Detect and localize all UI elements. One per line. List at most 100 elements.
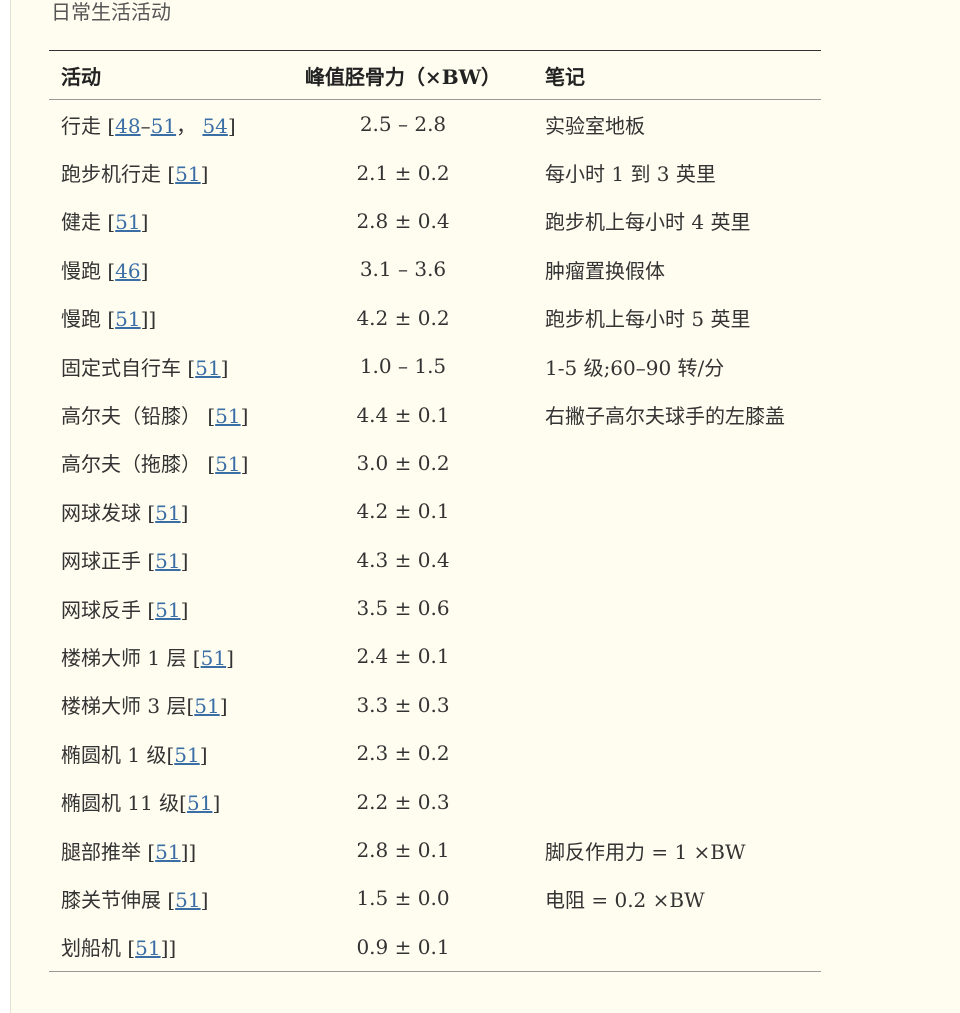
ref-suffix: ] <box>227 113 236 138</box>
note-cell <box>533 632 821 680</box>
reference-link[interactable]: 51 <box>155 598 180 622</box>
activity-name: 高尔夫（拖膝） <box>61 452 208 477</box>
table-row: 网球发球 [51] 4.2 ± 0.1 <box>49 487 821 535</box>
peak-force-cell: 3.3 ± 0.3 <box>356 692 450 717</box>
note-cell <box>533 584 821 632</box>
ref-suffix: ] <box>200 162 209 187</box>
peak-force-cell: 4.2 ± 0.2 <box>356 305 450 330</box>
ref-prefix: [ <box>147 549 156 574</box>
table-row: 慢跑 [46] 3.1 – 3.6 肿瘤置换假体 <box>49 245 821 293</box>
ref-prefix: [ <box>107 258 116 283</box>
activity-name: 网球发球 <box>61 500 148 525</box>
activity-name: 慢跑 <box>61 258 108 283</box>
table-row: 腿部推举 [51]] 2.8 ± 0.1 脚反作用力 = 1 ×BW <box>49 826 821 874</box>
note-cell: 跑步机上每小时 5 英里 <box>545 307 751 332</box>
note-cell: 脚反作用力 = 1 ×BW <box>545 839 746 864</box>
peak-force-cell: 2.8 ± 0.1 <box>356 838 450 863</box>
reference-link[interactable]: 51 <box>215 452 240 476</box>
reference-link[interactable]: 51 <box>195 356 220 380</box>
note-cell: 1-5 级;60–90 转/分 <box>545 355 725 380</box>
activity-cell: 固定式自行车 [51] <box>49 342 273 390</box>
ref-suffix: ] <box>226 645 234 670</box>
ref-prefix: [ <box>107 307 116 332</box>
reference-link[interactable]: 54 <box>202 114 227 138</box>
ref-prefix: [ <box>187 355 196 380</box>
activity-cell: 网球反手 [51] <box>49 584 273 632</box>
table-row: 椭圆机 1 级[51] 2.3 ± 0.2 <box>49 729 821 777</box>
ref-prefix: [ <box>207 404 216 429</box>
reference-link[interactable]: 51 <box>115 307 140 331</box>
ref-prefix: [ <box>207 452 216 477</box>
note-cell <box>533 777 821 825</box>
activity-cell: 网球正手 [51] <box>49 536 273 584</box>
reference-link[interactable]: 51 <box>175 162 200 186</box>
reference-link[interactable]: 51 <box>115 210 140 234</box>
table-row: 行走 [48–51， 54] 2.5 – 2.8 实验室地板 <box>49 100 821 149</box>
reference-link[interactable]: 51 <box>155 840 180 864</box>
peak-force-cell: 2.5 – 2.8 <box>359 112 447 137</box>
ref-suffix: ] <box>180 549 189 574</box>
peak-force-cell: 3.0 ± 0.2 <box>356 450 450 475</box>
table-row: 楼梯大师 1 层 [51] 2.4 ± 0.1 <box>49 632 821 680</box>
header-peak-force: 峰值胫骨力（×BW） <box>304 64 502 89</box>
reference-link[interactable]: 51 <box>187 791 212 815</box>
tibial-force-table: 活动 峰值胫骨力（×BW） 笔记 行走 [48–51， 54] 2.5 – 2.8… <box>49 50 821 972</box>
table-row: 跑步机行走 [51] 2.1 ± 0.2 每小时 1 到 3 英里 <box>49 148 821 196</box>
note-cell <box>533 487 821 535</box>
peak-force-cell: 1.0 – 1.5 <box>359 354 447 379</box>
header-row: 活动 峰值胫骨力（×BW） 笔记 <box>49 50 821 100</box>
activity-name: 腿部推举 <box>61 839 148 864</box>
ref-prefix: [ <box>167 887 176 912</box>
activity-name: 健走 <box>61 210 108 235</box>
ref-suffix: ] <box>212 791 221 816</box>
reference-link[interactable]: 51 <box>155 501 180 525</box>
peak-force-cell: 2.2 ± 0.3 <box>356 789 450 814</box>
ref-suffix: ] <box>199 742 208 767</box>
activity-name: 网球反手 <box>61 597 148 622</box>
table-row: 网球正手 [51] 4.3 ± 0.4 <box>49 536 821 584</box>
reference-link[interactable]: 51 <box>194 694 219 718</box>
activity-cell: 高尔夫（拖膝） [51] <box>49 439 273 487</box>
note-cell: 右撇子高尔夫球手的左膝盖 <box>545 404 785 429</box>
ref-suffix: ] <box>219 694 228 719</box>
ref-prefix: [ <box>179 791 187 816</box>
activity-cell: 健走 [51] <box>49 197 273 245</box>
reference-link[interactable]: 46 <box>115 259 140 283</box>
activity-name: 楼梯大师 1 层 <box>61 645 193 670</box>
reference-link[interactable]: 51 <box>175 888 200 912</box>
reference-link[interactable]: 48 <box>115 114 140 138</box>
activity-name: 慢跑 <box>61 307 108 332</box>
activity-cell: 高尔夫（铅膝） [51] <box>49 390 273 438</box>
activity-cell: 行走 [48–51， 54] <box>49 100 273 149</box>
ref-suffix: ]] <box>160 936 177 961</box>
ref-suffix: ] <box>180 500 189 525</box>
ref-prefix: – <box>140 113 151 138</box>
activity-cell: 楼梯大师 3 层[51] <box>49 681 273 729</box>
note-cell <box>533 729 821 777</box>
reference-link[interactable]: 51 <box>215 404 240 428</box>
note-cell <box>533 681 821 729</box>
table-row: 楼梯大师 3 层[51] 3.3 ± 0.3 <box>49 681 821 729</box>
activity-name: 椭圆机 11 级 <box>61 791 180 816</box>
peak-force-cell: 2.1 ± 0.2 <box>356 160 450 185</box>
note-cell: 每小时 1 到 3 英里 <box>545 162 716 187</box>
reference-link[interactable]: 51 <box>151 114 176 138</box>
note-cell <box>533 439 821 487</box>
ref-prefix: [ <box>167 162 176 187</box>
activity-name: 划船机 <box>61 936 128 961</box>
ref-suffix: ] <box>200 887 209 912</box>
table-body: 行走 [48–51， 54] 2.5 – 2.8 实验室地板 跑步机行走 [51] 2.… <box>49 100 821 972</box>
document-page: 日常生活活动 活动 峰值胫骨力（×BW） 笔记 行走 [48–51， 54] 2.… <box>10 0 960 1013</box>
reference-link[interactable]: 51 <box>201 646 226 670</box>
header-activity: 活动 <box>61 64 101 89</box>
activity-cell: 椭圆机 1 级[51] <box>49 729 273 777</box>
peak-force-cell: 0.9 ± 0.1 <box>356 934 450 959</box>
ref-suffix: ]] <box>180 839 197 864</box>
reference-link[interactable]: 51 <box>135 936 160 960</box>
reference-link[interactable]: 51 <box>155 549 180 573</box>
peak-force-cell: 4.3 ± 0.4 <box>356 547 450 572</box>
note-cell: 肿瘤置换假体 <box>545 258 665 283</box>
activity-name: 固定式自行车 <box>61 355 188 380</box>
reference-link[interactable]: 51 <box>174 743 199 767</box>
table-row: 健走 [51] 2.8 ± 0.4 跑步机上每小时 4 英里 <box>49 197 821 245</box>
